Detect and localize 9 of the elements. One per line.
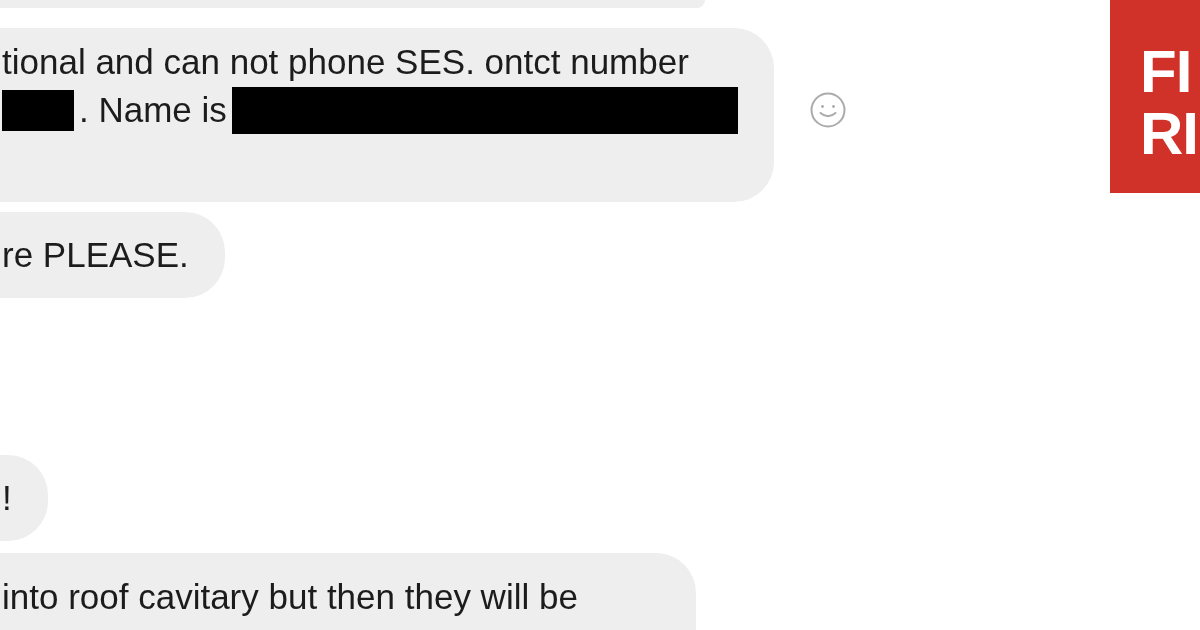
- logo-text: FI: [1140, 41, 1192, 103]
- message-text: tional and can not phone SES. ontct number: [2, 41, 689, 83]
- smiley-icon[interactable]: [809, 92, 846, 128]
- message-text: !: [2, 477, 12, 519]
- message-text: into roof cavitary but then they will be: [2, 576, 578, 618]
- message-text: re PLEASE.: [2, 234, 189, 276]
- message-text: . Name is: [79, 89, 227, 131]
- logo-text: RI: [1140, 103, 1198, 165]
- redaction-bar: [2, 89, 74, 131]
